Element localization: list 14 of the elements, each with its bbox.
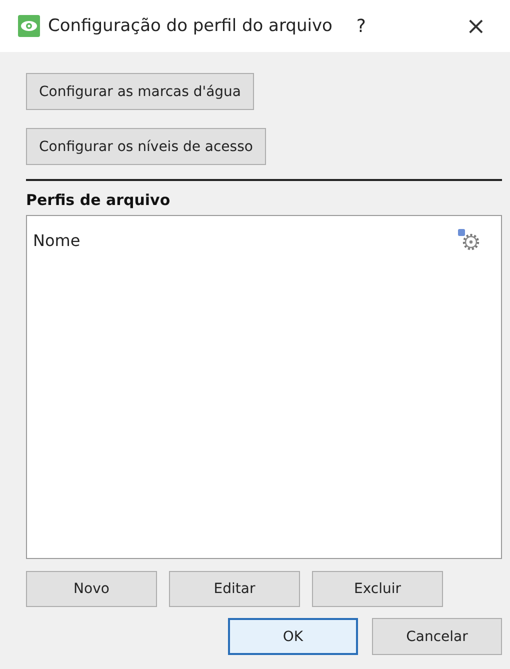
action-button[interactable]: Excluir (312, 571, 443, 607)
config-button[interactable]: Configurar as marcas d'água (26, 73, 254, 110)
ok-button[interactable]: OK (228, 618, 358, 655)
close-button[interactable]: × (462, 14, 490, 38)
gear-icon[interactable] (457, 228, 481, 252)
config-button[interactable]: Configurar os níveis de acesso (26, 128, 266, 165)
column-header[interactable]: Nome (33, 230, 80, 250)
help-button[interactable]: ? (352, 16, 370, 36)
cancel-button[interactable]: Cancelar (372, 618, 502, 655)
window-title: Configuração do perfil do arquivo (48, 16, 332, 36)
section-title: Perfis de arquivo (26, 191, 172, 209)
action-button[interactable]: Novo (26, 571, 157, 607)
action-button[interactable]: Editar (169, 571, 300, 607)
eye-icon (18, 15, 40, 37)
